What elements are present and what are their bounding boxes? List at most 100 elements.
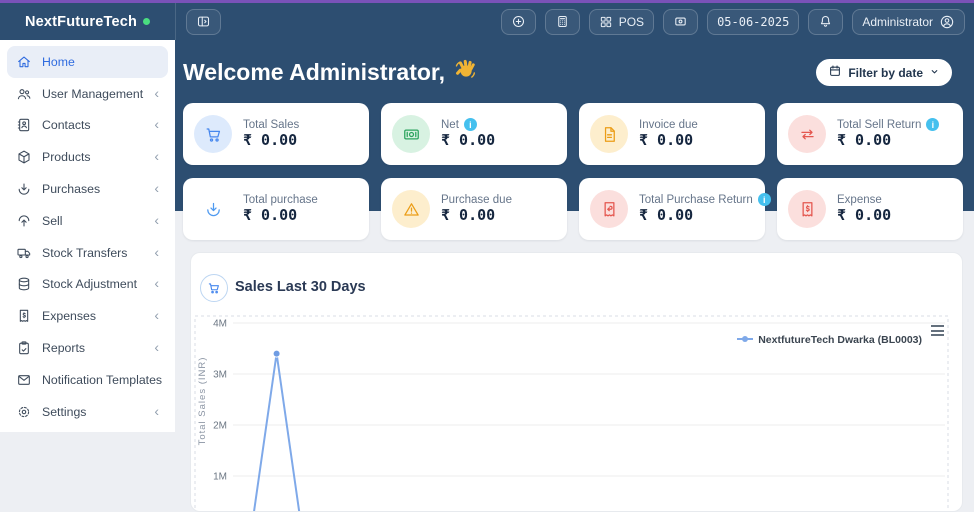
stat-card-body: Total Sales ₹ 0.00	[243, 119, 299, 150]
chevron-left-icon: ‹	[154, 275, 159, 292]
stat-card-net[interactable]: Net i ₹ 0.00	[381, 103, 567, 165]
chevron-left-icon: ‹	[154, 211, 159, 228]
sidebar-item-label: Stock Adjustment	[42, 277, 138, 292]
stat-card-total-sales[interactable]: Total Sales ₹ 0.00	[183, 103, 369, 165]
user-menu-label: Administrator	[862, 14, 933, 29]
sidebar-item-label: Contacts	[42, 118, 91, 133]
chart-legend[interactable]: NextfutureTech Dwarka (BL0003)	[737, 334, 922, 346]
legend-marker-icon	[737, 334, 754, 346]
stat-card-invoice-due[interactable]: Invoice due ₹ 0.00	[579, 103, 765, 165]
stat-cards-row-2: Total purchase ₹ 0.00 Purchase due ₹ 0.0…	[183, 178, 963, 240]
user-menu-button[interactable]: Administrator	[852, 8, 965, 35]
sidebar-item-stock-adjustment[interactable]: Stock Adjustment ‹	[7, 269, 168, 301]
grid-icon	[599, 15, 613, 29]
sales-line-series[interactable]	[227, 352, 946, 511]
top-accent-line	[0, 0, 974, 3]
calculator-button[interactable]	[544, 8, 580, 35]
y-axis-tick: 1M	[213, 472, 227, 483]
pos-button[interactable]: POS	[588, 8, 655, 35]
chevron-left-icon: ‹	[154, 116, 159, 133]
quick-add-button[interactable]	[500, 8, 536, 35]
notifications-button[interactable]	[808, 8, 844, 35]
stat-card-value: ₹ 0.00	[837, 131, 892, 149]
date-display[interactable]: 05-06-2025	[707, 8, 800, 35]
sidebar-item-settings[interactable]: Settings ‹	[7, 396, 168, 428]
stat-card-total-purchase-return[interactable]: Total Purchase Return i ₹ 0.00	[579, 178, 771, 240]
arrow-down-circle-icon	[16, 181, 32, 197]
plus-circle-icon	[511, 14, 526, 29]
data-point-marker[interactable]	[272, 349, 281, 358]
banknote-icon	[392, 115, 430, 153]
sidebar-item-label: Purchases	[42, 182, 101, 197]
chevron-left-icon: ‹	[154, 148, 159, 165]
stat-cards-row-1: Total Sales ₹ 0.00 Net i ₹ 0.00 Invoice d…	[183, 103, 963, 165]
sidebar-item-purchases[interactable]: Purchases ‹	[7, 173, 168, 205]
stat-card-total-sell-return[interactable]: Total Sell Return i ₹ 0.00	[777, 103, 963, 165]
app-logo[interactable]: NextFutureTech	[25, 14, 137, 30]
receipt-dollar-icon	[16, 308, 32, 324]
sidebar-item-stock-transfers[interactable]: Stock Transfers ‹	[7, 237, 168, 269]
sidebar-item-products[interactable]: Products ‹	[7, 141, 168, 173]
sidebar-item-reports[interactable]: Reports ‹	[7, 332, 168, 364]
pos-button-label: POS	[618, 14, 645, 29]
stat-card-value: ₹ 0.00	[441, 131, 496, 149]
chevron-left-icon: ‹	[154, 402, 159, 419]
sidebar-toggle-icon	[196, 14, 211, 29]
stat-card-value: ₹ 0.00	[639, 130, 694, 149]
info-icon[interactable]: i	[757, 193, 771, 206]
welcome-text: Welcome Administrator,	[183, 59, 446, 85]
stat-card-body: Total Sell Return i ₹ 0.00	[837, 118, 940, 150]
filter-by-date-button[interactable]: Filter by date	[816, 59, 952, 86]
sidebar-toggle-button[interactable]	[186, 8, 221, 35]
chevron-left-icon: ‹	[154, 339, 159, 356]
chevron-left-icon: ‹	[154, 307, 159, 324]
user-circle-icon	[939, 14, 955, 30]
products-icon	[16, 149, 32, 165]
sidebar-item-label: Reports	[42, 341, 86, 356]
y-axis-tick: 4M	[213, 319, 227, 330]
stat-card-label: Total Sell Return	[837, 118, 922, 131]
y-axis-tick: 3M	[213, 370, 227, 381]
warning-icon	[392, 190, 430, 228]
sidebar-item-user-management[interactable]: User Management ‹	[7, 78, 168, 110]
users-icon	[16, 86, 32, 102]
stat-card-label: Total Sales	[243, 118, 300, 131]
chevron-left-icon: ‹	[154, 243, 159, 260]
sidebar-item-notification-templates[interactable]: Notification Templates	[7, 364, 168, 396]
file-icon	[590, 115, 628, 153]
sidebar-item-label: Stock Transfers	[42, 245, 128, 260]
wave-emoji	[454, 58, 477, 87]
stat-card-body: Net i ₹ 0.00	[441, 118, 495, 150]
stat-card-value: ₹ 0.00	[243, 130, 298, 149]
y-axis-tick: 2M	[213, 421, 227, 432]
arrow-down-circle-icon	[194, 190, 232, 228]
info-icon[interactable]: i	[926, 118, 940, 131]
online-status-dot	[143, 18, 151, 25]
stat-card-expense[interactable]: Expense ₹ 0.00	[777, 178, 963, 240]
sales-chart-card: Sales Last 30 Days 1M 2M 3M 4M Total Sales (…	[190, 252, 963, 512]
logo-section: NextFutureTech	[0, 3, 176, 40]
sidebar-item-label: Settings	[42, 404, 87, 419]
sidebar-item-expenses[interactable]: Expenses ‹	[7, 300, 168, 332]
gear-icon	[16, 404, 32, 420]
home-icon	[16, 54, 32, 70]
sidebar-item-home[interactable]: Home	[7, 46, 168, 78]
stat-card-label: Purchase due	[441, 193, 512, 206]
truck-icon	[16, 245, 32, 261]
top-navbar: NextFutureTech POS 05-06-2025 Administra…	[0, 3, 974, 40]
chevron-left-icon: ‹	[154, 84, 159, 101]
sidebar-item-label: Sell	[42, 213, 63, 228]
cart-icon	[194, 115, 232, 153]
stat-card-purchase-due[interactable]: Purchase due ₹ 0.00	[381, 178, 567, 240]
stat-card-total-purchase[interactable]: Total purchase ₹ 0.00	[183, 178, 369, 240]
y-axis-title: Total Sales (INR)	[197, 357, 208, 446]
info-icon[interactable]: i	[463, 118, 477, 131]
sidebar-item-sell[interactable]: Sell ‹	[7, 205, 168, 237]
sidebar-item-contacts[interactable]: Contacts ‹	[7, 110, 168, 142]
stat-card-body: Total Purchase Return i ₹ 0.00	[639, 193, 771, 225]
chart-menu-icon[interactable]	[929, 323, 946, 338]
stat-card-label: Expense	[837, 193, 882, 206]
stat-card-value: ₹ 0.00	[639, 206, 694, 224]
stat-card-value: ₹ 0.00	[243, 205, 298, 224]
cash-register-button[interactable]	[663, 8, 699, 35]
